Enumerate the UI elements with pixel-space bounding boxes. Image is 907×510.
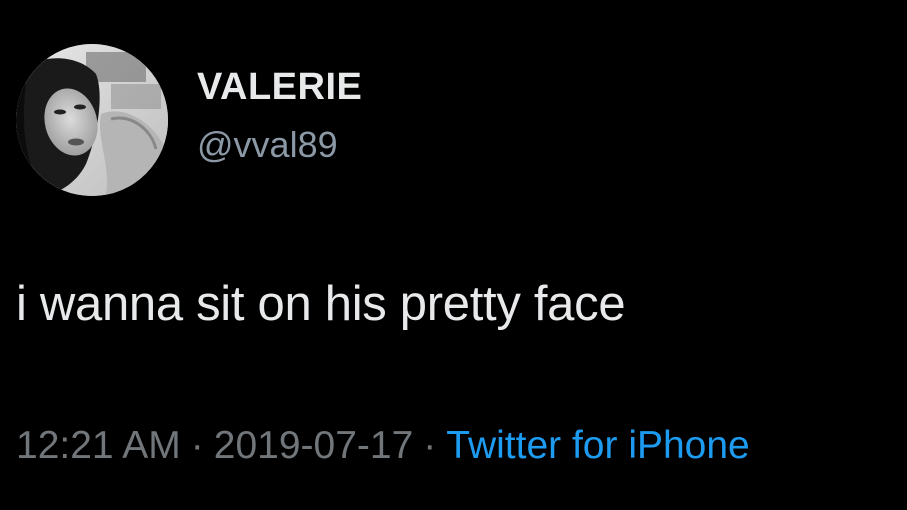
- tweet-source-link[interactable]: Twitter for iPhone: [446, 424, 749, 467]
- tweet-meta: 12:21 AM · 2019-07-17 · Twitter for iPhone: [16, 424, 750, 468]
- tweet-card: VALERIE @vval89 i wanna sit on his prett…: [0, 0, 907, 510]
- separator-dot: ·: [190, 424, 204, 467]
- profile-photo-icon: [16, 44, 168, 196]
- tweet-date[interactable]: 2019-07-17: [214, 424, 414, 467]
- display-name[interactable]: VALERIE: [197, 66, 362, 109]
- tweet-text: i wanna sit on his pretty face: [16, 277, 626, 331]
- separator-dot: ·: [423, 424, 437, 467]
- avatar[interactable]: [16, 44, 168, 196]
- tweet-time[interactable]: 12:21 AM: [16, 424, 181, 467]
- user-handle[interactable]: @vval89: [197, 124, 338, 166]
